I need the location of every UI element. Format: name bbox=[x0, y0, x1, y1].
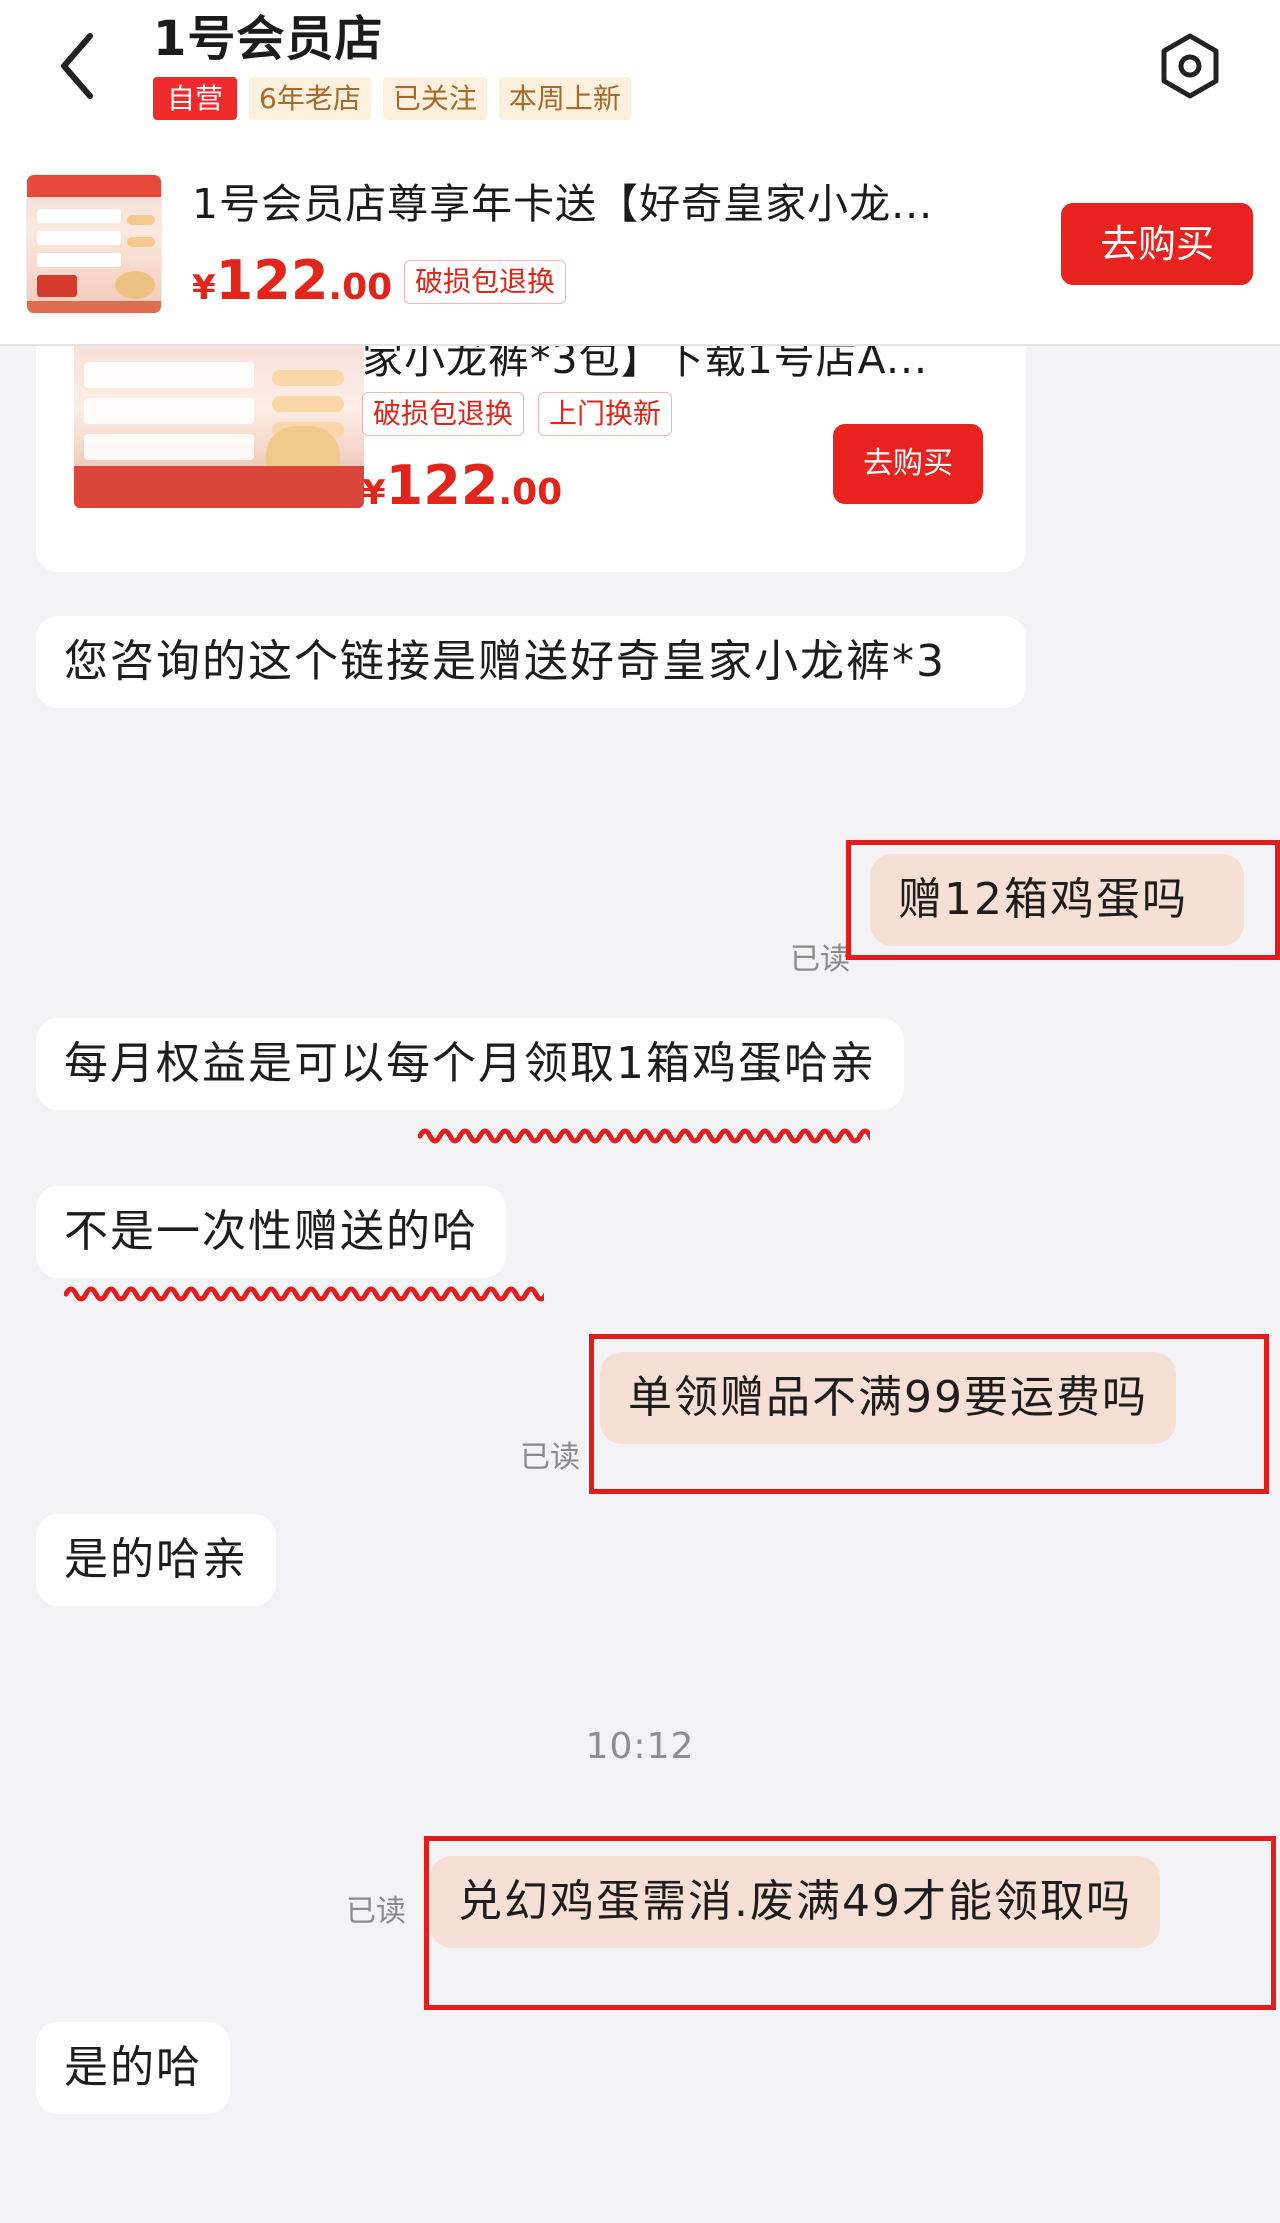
buy-button[interactable]: 去购买 bbox=[1061, 203, 1253, 285]
card-badges: 破损包退换 上门换新 bbox=[362, 392, 673, 436]
timestamp: 10:12 bbox=[585, 1726, 695, 1767]
message-bubble-left[interactable]: 不是一次性赠送的哈 bbox=[36, 1186, 506, 1278]
shop-name[interactable]: 1号会员店 bbox=[153, 6, 383, 72]
shop-tags: 自营 6年老店 已关注 本周上新 bbox=[153, 77, 631, 120]
price-symbol: ¥ bbox=[362, 473, 386, 513]
product-title[interactable]: 1号会员店尊享年卡送【好奇皇家小龙... bbox=[192, 176, 1012, 232]
tag-new-this-week: 本周上新 bbox=[498, 77, 631, 120]
price-symbol: ¥ bbox=[192, 268, 216, 308]
message-bubble-right[interactable]: 单领赠品不满99要运费吗 bbox=[600, 1352, 1176, 1444]
product-card[interactable]: 家小龙裤*3包】下载1号店A... 破损包退换 上门换新 ¥122.00 去购买 bbox=[36, 326, 1026, 572]
message-bubble-right[interactable]: 兑幻鸡蛋需消.废满49才能领取吗 bbox=[430, 1856, 1160, 1948]
product-badge-wrap: 破损包退换 bbox=[404, 260, 567, 304]
message-bubble-left[interactable]: 是的哈 bbox=[36, 2022, 230, 2114]
read-receipt: 已读 bbox=[520, 1440, 580, 1475]
tag-store-age: 6年老店 bbox=[249, 77, 371, 120]
back-arrow-icon bbox=[61, 33, 93, 99]
message-bubble-left[interactable]: 您咨询的这个链接是赠送好奇皇家小龙裤*3 bbox=[36, 616, 1026, 708]
card-image-pill bbox=[272, 370, 344, 386]
home-exchange-badge: 上门换新 bbox=[538, 392, 673, 436]
card-image-footer bbox=[74, 466, 364, 508]
product-bar[interactable]: 1号会员店尊享年卡送【好奇皇家小龙... ¥122.00 破损包退换 去购买 bbox=[0, 166, 1280, 346]
price-decimal: .00 bbox=[498, 472, 563, 513]
product-thumbnail[interactable] bbox=[26, 174, 162, 314]
annotation-underline bbox=[64, 1286, 544, 1302]
card-image-strip bbox=[84, 362, 254, 388]
chat-header: 1号会员店 自营 6年老店 已关注 本周上新 1号会员店尊享年卡送【好奇皇家小龙… bbox=[0, 0, 1280, 346]
message-bubble-right[interactable]: 赠12箱鸡蛋吗 bbox=[870, 854, 1244, 946]
settings-button[interactable] bbox=[1157, 30, 1223, 102]
chat-screen: 1号会员店 自营 6年老店 已关注 本周上新 1号会员店尊享年卡送【好奇皇家小龙… bbox=[0, 0, 1280, 2223]
settings-hexagon-icon bbox=[1161, 33, 1219, 99]
price-integer: 122 bbox=[215, 249, 329, 312]
product-price: ¥122.00 bbox=[192, 246, 392, 329]
card-product-image[interactable] bbox=[74, 326, 364, 508]
tag-self-operated: 自营 bbox=[153, 77, 238, 120]
damage-return-badge: 破损包退换 bbox=[362, 392, 525, 436]
chat-messages: 家小龙裤*3包】下载1号店A... 破损包退换 上门换新 ¥122.00 去购买… bbox=[0, 326, 1280, 2223]
card-image-strip bbox=[84, 398, 254, 424]
damage-return-badge: 破损包退换 bbox=[404, 260, 567, 304]
card-price: ¥122.00 bbox=[362, 451, 562, 534]
read-receipt: 已读 bbox=[790, 942, 850, 977]
price-decimal: .00 bbox=[328, 267, 393, 308]
card-image-pill bbox=[272, 396, 344, 412]
message-bubble-left[interactable]: 每月权益是可以每个月领取1箱鸡蛋哈亲 bbox=[36, 1018, 904, 1110]
annotation-underline bbox=[418, 1128, 870, 1144]
card-image-strip bbox=[84, 434, 254, 460]
message-bubble-left[interactable]: 是的哈亲 bbox=[36, 1514, 276, 1606]
back-button[interactable] bbox=[52, 26, 112, 106]
price-integer: 122 bbox=[385, 454, 499, 517]
tag-followed: 已关注 bbox=[382, 77, 487, 120]
product-image bbox=[27, 175, 161, 313]
card-buy-button[interactable]: 去购买 bbox=[833, 424, 983, 504]
read-receipt: 已读 bbox=[346, 1894, 406, 1929]
